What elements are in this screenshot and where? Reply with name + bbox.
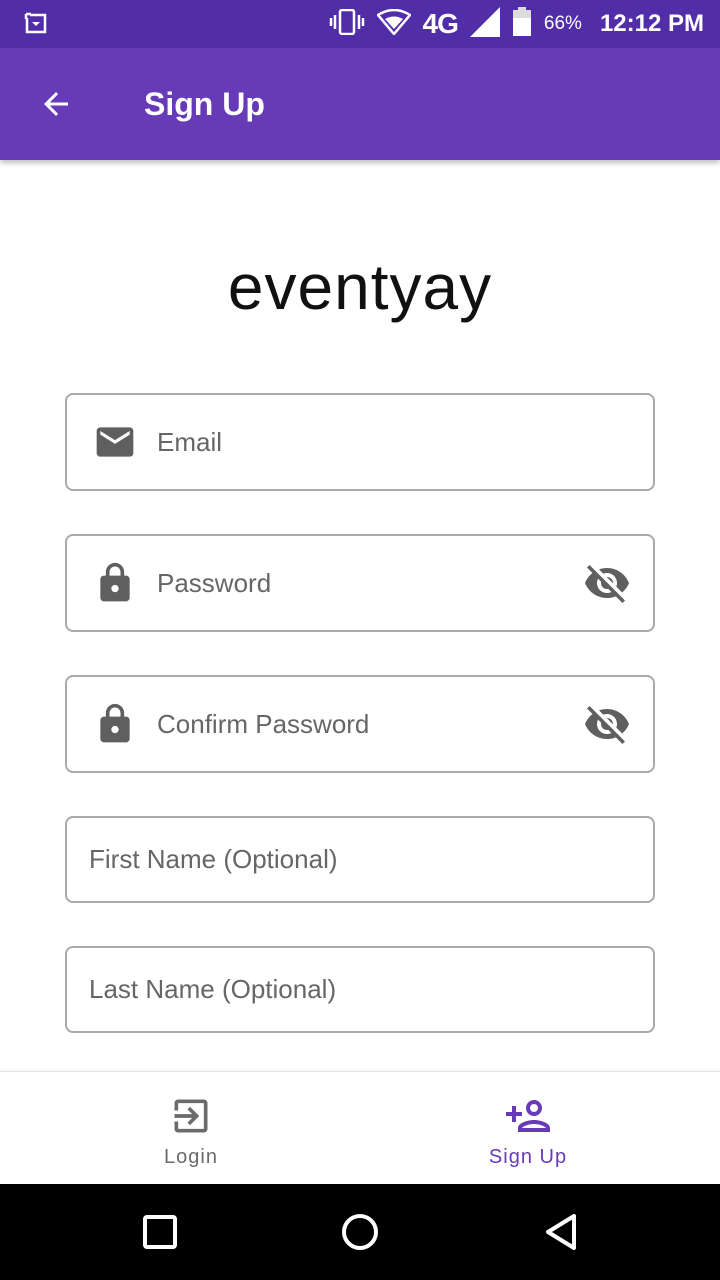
network-type: 4G xyxy=(422,8,459,39)
recents-button[interactable] xyxy=(136,1208,184,1256)
wifi-icon xyxy=(375,8,412,40)
bottom-navigation: Login Sign Up xyxy=(0,1071,720,1184)
visibility-off-icon[interactable] xyxy=(583,700,631,748)
email-input[interactable] xyxy=(67,395,653,489)
nav-item-sign-up[interactable]: Sign Up xyxy=(428,1072,628,1185)
nav-label-login: Login xyxy=(164,1146,218,1168)
confirm-password-field-container xyxy=(65,675,655,773)
last-name-field-container xyxy=(65,946,655,1033)
square-icon xyxy=(143,1215,177,1249)
app-logo-text: eventyay xyxy=(227,251,493,323)
page-title: Sign Up xyxy=(144,86,265,122)
triangle-back-icon xyxy=(546,1214,576,1250)
battery-icon xyxy=(512,6,532,42)
mail-icon xyxy=(93,420,137,464)
battery-percent: 66% xyxy=(543,13,582,34)
password-input[interactable] xyxy=(67,536,653,630)
back-nav-button[interactable] xyxy=(536,1208,584,1256)
email-field-container xyxy=(65,393,655,491)
password-field-container xyxy=(65,534,655,632)
clock: 12:12 PM xyxy=(599,10,704,37)
last-name-input[interactable] xyxy=(67,948,653,1031)
app-bar: Sign Up xyxy=(0,48,720,160)
status-bar: 4G 66% 12:12 PM xyxy=(0,0,720,48)
lock-icon xyxy=(93,702,137,746)
vibrate-icon xyxy=(329,8,365,40)
login-icon xyxy=(167,1092,215,1140)
nav-label-sign-up: Sign Up xyxy=(488,1146,568,1168)
first-name-input[interactable] xyxy=(67,818,653,901)
screenshot-notification-icon xyxy=(24,12,50,36)
nav-item-login[interactable]: Login xyxy=(91,1072,291,1185)
home-button[interactable] xyxy=(336,1208,384,1256)
person-add-icon xyxy=(504,1092,552,1140)
system-navigation-bar xyxy=(0,1184,720,1280)
first-name-field-container xyxy=(65,816,655,903)
circle-icon xyxy=(342,1214,378,1250)
back-button[interactable] xyxy=(32,80,80,128)
signal-icon xyxy=(469,6,500,42)
lock-icon xyxy=(93,561,137,605)
arrow-back-icon xyxy=(44,92,68,116)
confirm-password-input[interactable] xyxy=(67,677,653,771)
visibility-off-icon[interactable] xyxy=(583,559,631,607)
